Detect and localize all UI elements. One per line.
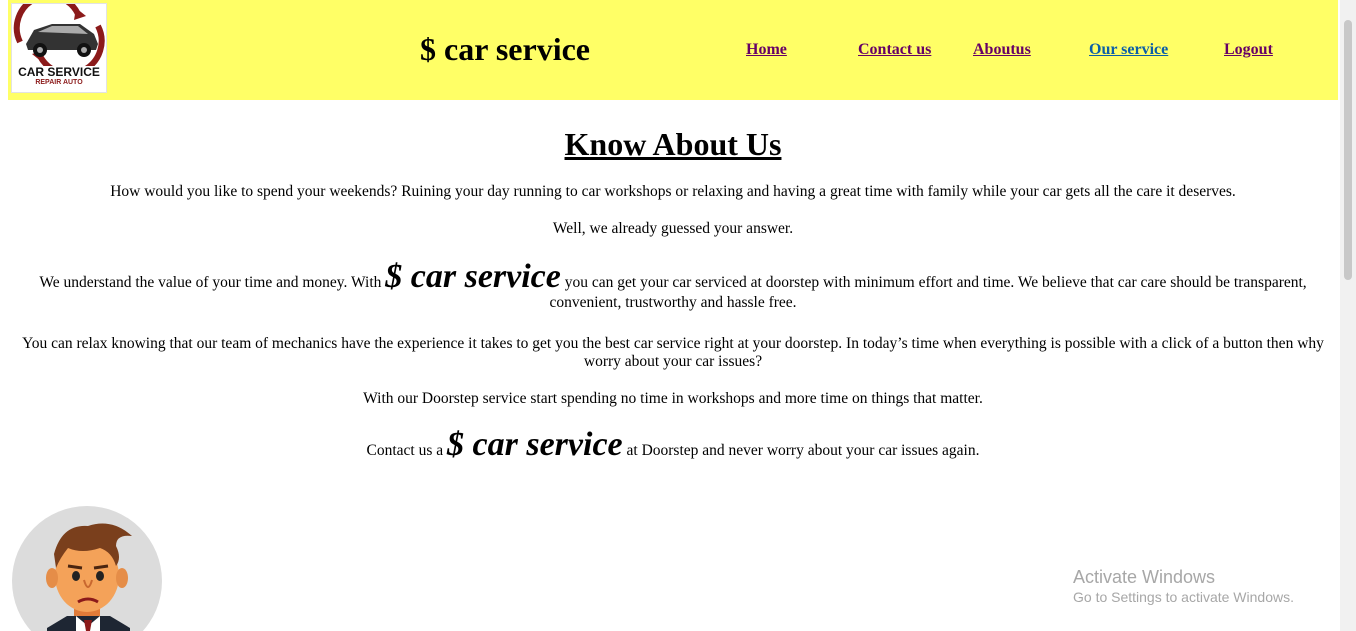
nav-home-link[interactable]: Home	[746, 41, 787, 59]
paragraph-contact-after: at Doorstep and never worry about your c…	[626, 442, 980, 459]
car-logo-icon	[13, 4, 105, 66]
nav-our-service-link[interactable]: Our service	[1089, 41, 1168, 59]
paragraph-value-after: you can get your car serviced at doorste…	[549, 274, 1307, 311]
scrollbar-thumb[interactable]	[1344, 20, 1352, 280]
paragraph-value: We understand the value of your time and…	[8, 260, 1338, 312]
nav-contact-link[interactable]: Contact us	[858, 41, 931, 59]
vertical-scrollbar[interactable]	[1340, 0, 1356, 631]
paragraph-guessed: Well, we already guessed your answer.	[552, 220, 794, 237]
paragraph-doorstep: With our Doorstep service start spending…	[363, 390, 983, 407]
about-section: Know About Us How would you like to spen…	[8, 110, 1338, 462]
paragraph-contact-before: Contact us a	[366, 442, 444, 459]
paragraph-value-before: We understand the value of your time and…	[39, 274, 382, 291]
logo-title: CAR SERVICE	[18, 65, 100, 79]
avatar-image	[12, 506, 162, 631]
paragraph-contact: Contact us a $ car service at Doorstep a…	[8, 428, 1338, 462]
paragraph-mechanics: You can relax knowing that our team of m…	[22, 335, 1324, 370]
header: CAR SERVICE REPAIR AUTO $ car service Ho…	[8, 0, 1338, 100]
windows-activation-watermark: Activate Windows Go to Settings to activ…	[1073, 566, 1294, 606]
paragraph-weekends: How would you like to spend your weekend…	[110, 183, 1236, 200]
logo[interactable]: CAR SERVICE REPAIR AUTO	[11, 3, 107, 93]
watermark-title: Activate Windows	[1073, 567, 1216, 587]
watermark-subtitle: Go to Settings to activate Windows.	[1073, 589, 1294, 605]
site-title: $ car service	[420, 31, 590, 67]
logo-subtitle: REPAIR AUTO	[35, 79, 83, 86]
inline-brand: $ car service	[447, 426, 623, 463]
page-title: Know About Us	[564, 126, 782, 162]
nav-logout-link[interactable]: Logout	[1224, 41, 1273, 59]
inline-brand: $ car service	[385, 258, 561, 295]
nav-aboutus-link[interactable]: Aboutus	[973, 41, 1031, 59]
